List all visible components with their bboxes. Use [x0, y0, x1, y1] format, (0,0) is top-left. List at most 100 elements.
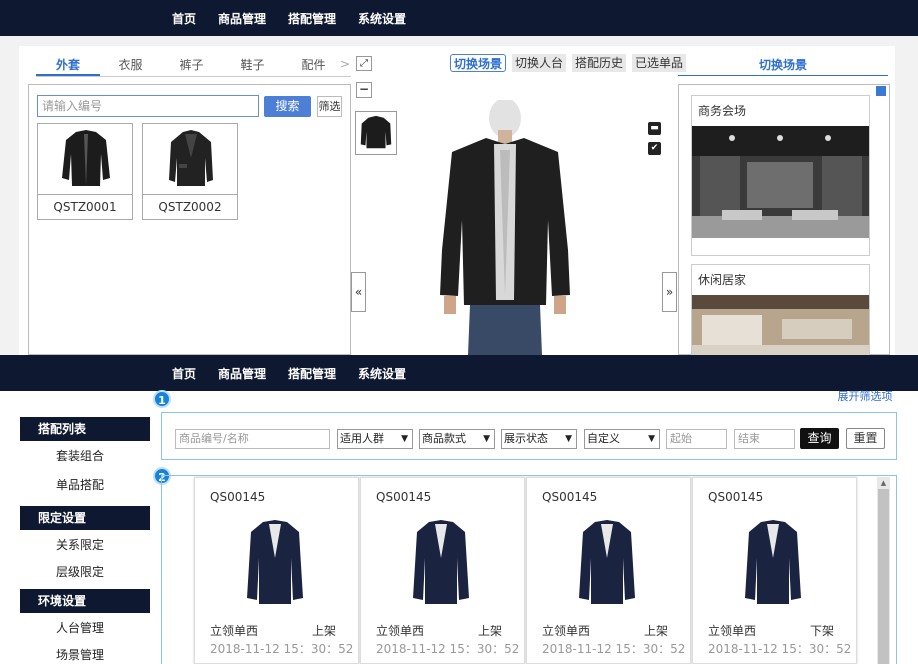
blazer-image — [413, 520, 469, 604]
style-select[interactable]: 商品款式 ▼ — [419, 429, 495, 449]
editor-toolbar: 切换场景 切换人台 搭配历史 已选单品 — [450, 54, 687, 72]
start-date-input[interactable]: 起始 — [666, 429, 727, 449]
jacket-thumbnail-icon — [360, 115, 392, 149]
scene-panel-title: 切换场景 — [678, 54, 888, 76]
dropdown-caret-icon: ▼ — [565, 434, 572, 444]
card-status: 下架 — [809, 624, 834, 638]
tab-underline — [36, 76, 351, 77]
product-card[interactable]: QSTZ0001 — [37, 123, 133, 220]
scrollbar-thumb[interactable] — [878, 489, 889, 664]
display-status-select[interactable]: 展示状态 ▼ — [501, 429, 577, 449]
tab-pants[interactable]: 裤子 — [161, 54, 222, 76]
blazer-image — [247, 520, 303, 604]
tab-outfit-history[interactable]: 搭配历史 — [572, 54, 627, 72]
card-name: 立领单西 — [708, 624, 757, 638]
tab-shoes[interactable]: 鞋子 — [222, 54, 283, 76]
scene-name: 商务会场 — [698, 104, 747, 118]
card-name: 立领单西 — [542, 624, 591, 638]
selected-item-thumbnail[interactable] — [355, 111, 397, 155]
card-date: 2018-11-12 15：30：52 — [376, 642, 520, 656]
product-code: QSTZ0002 — [143, 194, 237, 219]
query-button[interactable]: 查询 — [800, 428, 839, 449]
tab-switch-scene[interactable]: 切换场景 — [450, 54, 507, 72]
fullscreen-expand-icon[interactable]: ⤢ — [356, 56, 372, 71]
remove-square-icon[interactable]: ▬ — [648, 122, 661, 135]
select-value: 适用人群 — [340, 432, 384, 445]
scene-name: 休闲居家 — [698, 273, 747, 287]
filter-button[interactable]: 筛选 — [317, 96, 342, 117]
tab-clothes[interactable]: 衣服 — [100, 54, 161, 76]
end-date-input[interactable]: 结束 — [734, 429, 795, 449]
sidebar-header-outfit-list[interactable]: 搭配列表 — [20, 417, 150, 441]
jacket-image — [62, 130, 110, 186]
expand-filters-link[interactable]: 展开筛选项 — [836, 391, 894, 403]
outfit-card[interactable]: QS00145 立领单西 上架 2018-11-12 15：30：52 — [194, 477, 359, 664]
search-button[interactable]: 搜索 — [264, 96, 311, 117]
outfit-card[interactable]: QS00145 立领单西 上架 2018-11-12 15：30：52 — [360, 477, 525, 664]
outfit-list-panel: 首页 商品管理 搭配管理 系统设置 搭配列表 套装组合 单品搭配 限定设置 关系… — [0, 355, 918, 664]
nav-settings[interactable]: 系统设置 — [358, 10, 406, 27]
card-date: 2018-11-12 15：30：52 — [542, 642, 686, 656]
tab-accessories[interactable]: 配件 — [283, 54, 344, 76]
scene-card[interactable]: 商务会场 — [691, 95, 870, 256]
dropdown-caret-icon: ▼ — [483, 434, 490, 444]
scene-card[interactable]: 休闲居家 — [691, 264, 870, 355]
sidebar-item-suit-combo[interactable]: 套装组合 — [20, 442, 150, 470]
product-code-input[interactable]: 商品编号/名称 — [175, 429, 330, 449]
card-code: QS00145 — [708, 490, 764, 504]
sidebar-header-environment[interactable]: 环境设置 — [20, 589, 150, 613]
nav-products[interactable]: 商品管理 — [218, 365, 266, 382]
nav-products[interactable]: 商品管理 — [218, 10, 266, 27]
next-arrow-icon[interactable]: » — [662, 272, 677, 312]
top-navbar: 首页 商品管理 搭配管理 系统设置 — [0, 355, 918, 391]
previous-arrow-icon[interactable]: « — [351, 272, 366, 312]
nav-home[interactable]: 首页 — [172, 365, 196, 382]
category-tabs: 外套 衣服 裤子 鞋子 配件 — [36, 54, 344, 76]
check-square-icon[interactable]: ✔ — [648, 142, 661, 155]
card-status: 上架 — [477, 624, 502, 638]
sidebar-item-level-limit[interactable]: 层级限定 — [20, 558, 150, 586]
outfit-card[interactable]: QS00145 立领单西 上架 2018-11-12 15：30：52 — [526, 477, 691, 664]
scroll-up-arrow-icon[interactable]: ▲ — [877, 477, 890, 489]
card-name: 立领单西 — [210, 624, 259, 638]
blazer-image — [579, 520, 635, 604]
vertical-scrollbar[interactable]: ▲ — [877, 477, 890, 664]
card-status: 上架 — [643, 624, 668, 638]
mannequin-preview — [440, 100, 570, 355]
tabs-more-arrow-icon[interactable]: > — [340, 57, 350, 71]
code-search-input[interactable]: 请输入编号 — [37, 95, 259, 117]
nav-outfits[interactable]: 搭配管理 — [288, 365, 336, 382]
sidebar-header-restriction[interactable]: 限定设置 — [20, 506, 150, 530]
card-date: 2018-11-12 15：30：52 — [210, 642, 354, 656]
top-navbar: 首页 商品管理 搭配管理 系统设置 — [0, 0, 918, 36]
nav-outfits[interactable]: 搭配管理 — [288, 10, 336, 27]
blazer-image — [745, 520, 801, 604]
dropdown-caret-icon: ▼ — [401, 434, 408, 444]
list-view-icon[interactable] — [876, 86, 886, 96]
sidebar-item-relation-limit[interactable]: 关系限定 — [20, 531, 150, 559]
audience-select[interactable]: 适用人群 ▼ — [337, 429, 413, 449]
tab-outerwear[interactable]: 外套 — [36, 54, 100, 76]
select-value: 展示状态 — [504, 432, 548, 445]
card-date: 2018-11-12 15：30：52 — [708, 642, 852, 656]
reset-button[interactable]: 重置 — [846, 428, 885, 449]
card-code: QS00145 — [376, 490, 432, 504]
card-name: 立领单西 — [376, 624, 425, 638]
sidebar-item-scene-mgmt[interactable]: 场景管理 — [20, 641, 150, 664]
step-badge: 1 — [153, 390, 171, 408]
tab-switch-mannequin[interactable]: 切换人台 — [512, 54, 567, 72]
card-status: 上架 — [311, 624, 336, 638]
collapse-minus-icon[interactable]: − — [356, 82, 372, 98]
product-card[interactable]: QSTZ0002 — [142, 123, 238, 220]
sidebar-item-mannequin-mgmt[interactable]: 人台管理 — [20, 614, 150, 642]
select-value: 商品款式 — [422, 432, 466, 445]
outfit-card[interactable]: QS00145 立领单西 下架 2018-11-12 15：30：52 — [692, 477, 857, 664]
outfit-editor-panel: 首页 商品管理 搭配管理 系统设置 外套 衣服 裤子 鞋子 配件 > ⤢ 请输入… — [0, 0, 918, 355]
sidebar-item-single-match[interactable]: 单品搭配 — [20, 471, 150, 499]
dropdown-caret-icon: ▼ — [648, 434, 655, 444]
nav-home[interactable]: 首页 — [172, 10, 196, 27]
nav-settings[interactable]: 系统设置 — [358, 365, 406, 382]
card-code: QS00145 — [210, 490, 266, 504]
custom-select[interactable]: 自定义 ▼ — [584, 429, 660, 449]
jacket-image — [169, 130, 213, 186]
